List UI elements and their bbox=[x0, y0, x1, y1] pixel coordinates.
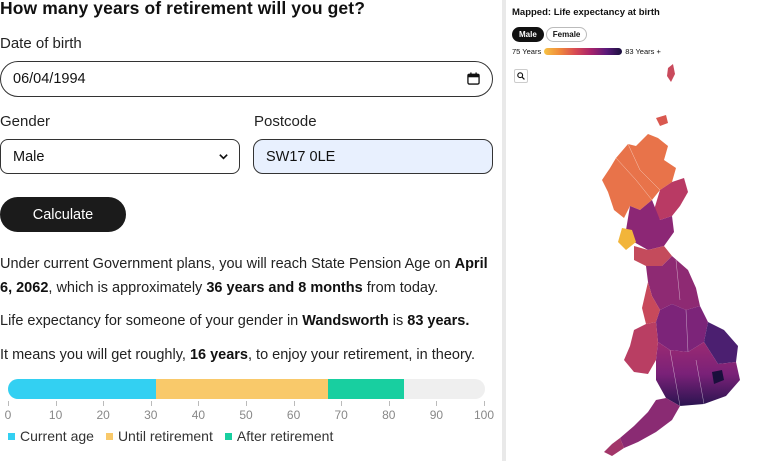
scale-max: 83 Years + bbox=[625, 47, 661, 56]
years-to-pension: 36 years and 8 months bbox=[206, 280, 363, 296]
axis-tick-label: 40 bbox=[191, 408, 206, 422]
axis-tick-label: 70 bbox=[334, 408, 348, 422]
dob-value: 06/04/1994 bbox=[13, 71, 86, 87]
life-expectancy-text: Life expectancy for someone of your gend… bbox=[0, 313, 470, 329]
axis-tick bbox=[8, 401, 9, 406]
postcode-input[interactable]: SW17 0LE bbox=[253, 139, 493, 174]
map-region-wales[interactable] bbox=[624, 322, 658, 374]
dob-label: Date of birth bbox=[0, 35, 82, 52]
axis-tick-label: 90 bbox=[429, 408, 444, 422]
life-expectancy-value: 83 years. bbox=[407, 313, 470, 329]
calculate-button[interactable]: Calculate bbox=[0, 197, 126, 232]
axis-tick-label: 60 bbox=[286, 408, 301, 422]
map-region-cornwall[interactable] bbox=[604, 438, 624, 456]
map-region-orkney[interactable] bbox=[656, 115, 668, 126]
axis-tick bbox=[246, 401, 247, 406]
toggle-female[interactable]: Female bbox=[545, 27, 588, 42]
legend-after: After retirement bbox=[224, 428, 333, 444]
legend-until: Until retirement bbox=[105, 428, 213, 444]
pension-age-text: Under current Government plans, you will… bbox=[0, 256, 488, 296]
axis-tick-label: 100 bbox=[473, 408, 495, 422]
scale-min: 75 Years bbox=[512, 47, 542, 56]
toggle-male[interactable]: Male bbox=[512, 27, 544, 42]
gender-select[interactable]: Male bbox=[0, 139, 240, 174]
axis-tick bbox=[55, 401, 57, 406]
axis-tick-label: 80 bbox=[382, 408, 396, 422]
bar-legend: Current age Until retirement After retir… bbox=[8, 428, 333, 444]
axis-tick bbox=[484, 401, 485, 406]
axis-tick-label: 0 bbox=[4, 408, 12, 422]
scale-gradient bbox=[544, 48, 623, 55]
bar-until-retirement bbox=[155, 379, 328, 399]
axis-tick bbox=[103, 401, 105, 406]
axis-tick bbox=[293, 401, 295, 406]
uk-life-expectancy-map[interactable] bbox=[576, 60, 768, 461]
legend-current: Current age bbox=[8, 428, 94, 444]
gender-value: Male bbox=[13, 148, 45, 165]
axis-tick-label: 20 bbox=[96, 408, 110, 422]
map-panel: Mapped: Life expectancy at birth Male Fe… bbox=[506, 0, 768, 461]
map-region-south-west[interactable] bbox=[620, 398, 680, 448]
gender-label: Gender bbox=[0, 113, 51, 130]
chevron-down-icon bbox=[219, 154, 228, 160]
axis-tick-label: 30 bbox=[144, 408, 158, 422]
axis-tick bbox=[341, 401, 343, 406]
search-icon bbox=[517, 72, 525, 80]
page-title: How many years of retirement will you ge… bbox=[0, 0, 365, 18]
axis-tick bbox=[436, 401, 438, 406]
calculator-panel: How many years of retirement will you ge… bbox=[0, 0, 500, 461]
axis-tick bbox=[388, 401, 390, 406]
calendar-icon[interactable] bbox=[467, 72, 480, 85]
axis-tick bbox=[198, 401, 200, 406]
axis-tick-label: 50 bbox=[239, 408, 253, 422]
area-name: Wandsworth bbox=[302, 313, 389, 329]
postcode-value: SW17 0LE bbox=[266, 148, 336, 165]
postcode-label: Postcode bbox=[254, 113, 317, 130]
axis-tick bbox=[150, 401, 152, 406]
map-title: Mapped: Life expectancy at birth bbox=[512, 7, 660, 18]
dob-input[interactable]: 06/04/1994 bbox=[0, 61, 493, 97]
map-region-shetland[interactable] bbox=[667, 64, 675, 82]
map-search-button[interactable] bbox=[514, 69, 528, 83]
bar-current-age bbox=[8, 379, 156, 399]
age-progress-bar bbox=[8, 379, 485, 399]
axis-tick-label: 10 bbox=[48, 408, 63, 422]
retirement-years-value: 16 years bbox=[189, 347, 248, 363]
bar-after-retirement bbox=[327, 379, 404, 399]
map-color-scale: 75 Years 83 Years + bbox=[512, 47, 661, 56]
gender-toggle: Male Female bbox=[512, 27, 588, 42]
retirement-years-text: It means you will get roughly, 16 years,… bbox=[0, 347, 476, 363]
